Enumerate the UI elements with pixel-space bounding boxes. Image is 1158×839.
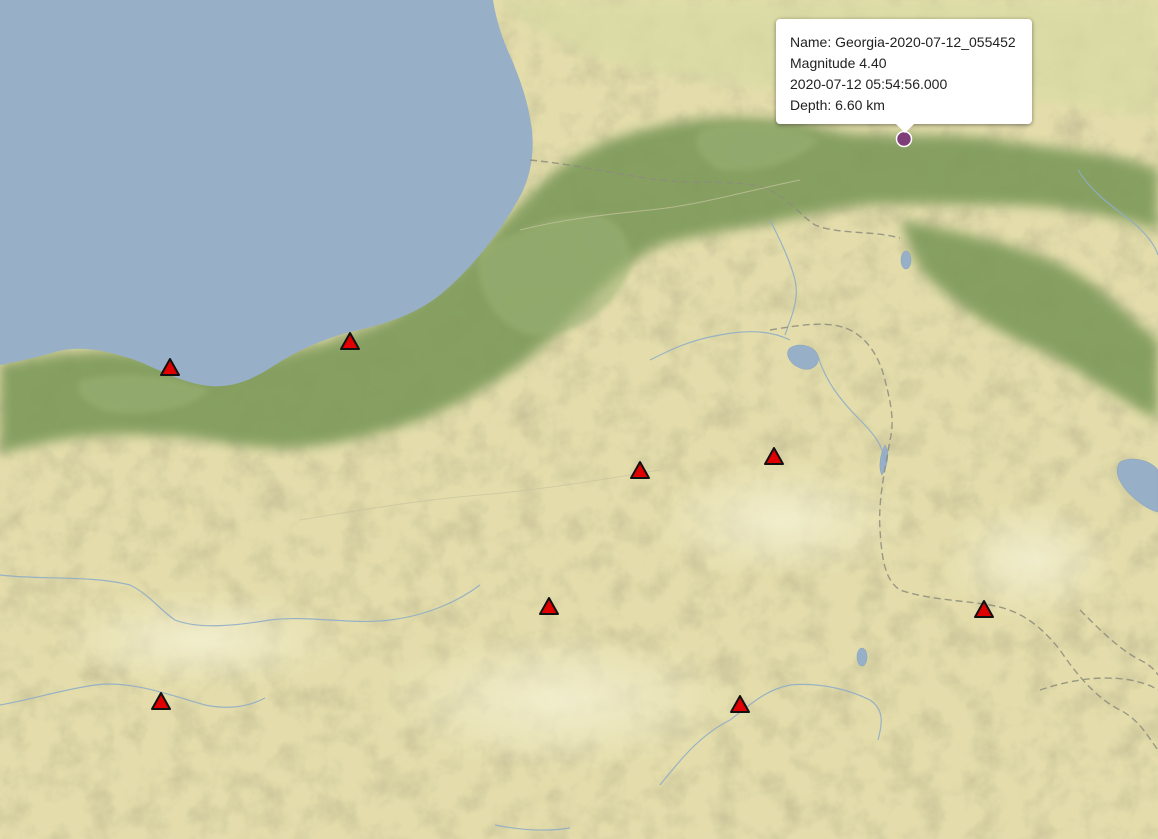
station-marker[interactable]	[539, 597, 559, 615]
station-marker[interactable]	[730, 695, 750, 713]
red-triangle-icon	[539, 597, 559, 615]
red-triangle-icon	[764, 447, 784, 465]
station-marker[interactable]	[974, 600, 994, 618]
red-triangle-icon	[340, 332, 360, 350]
circle-icon	[895, 130, 913, 148]
red-triangle-icon	[151, 692, 171, 710]
station-marker[interactable]	[160, 358, 180, 376]
popup-pointer	[896, 124, 914, 133]
station-marker[interactable]	[151, 692, 171, 710]
station-marker[interactable]	[340, 332, 360, 350]
red-triangle-icon	[630, 461, 650, 479]
station-layer	[151, 130, 994, 713]
event-name: Name: Georgia-2020-07-12_055452	[790, 34, 1016, 50]
epicenter-marker[interactable]	[895, 130, 913, 148]
station-marker[interactable]	[630, 461, 650, 479]
map-view[interactable]: Name: Georgia-2020-07-12_055452 Magnitud…	[0, 0, 1158, 839]
red-triangle-icon	[160, 358, 180, 376]
event-depth: Depth: 6.60 km	[790, 97, 885, 113]
earthquake-popup: Name: Georgia-2020-07-12_055452 Magnitud…	[776, 19, 1032, 133]
event-datetime: 2020-07-12 05:54:56.000	[790, 76, 948, 92]
event-magnitude: Magnitude 4.40	[790, 55, 887, 71]
station-marker[interactable]	[764, 447, 784, 465]
red-triangle-icon	[730, 695, 750, 713]
red-triangle-icon	[974, 600, 994, 618]
